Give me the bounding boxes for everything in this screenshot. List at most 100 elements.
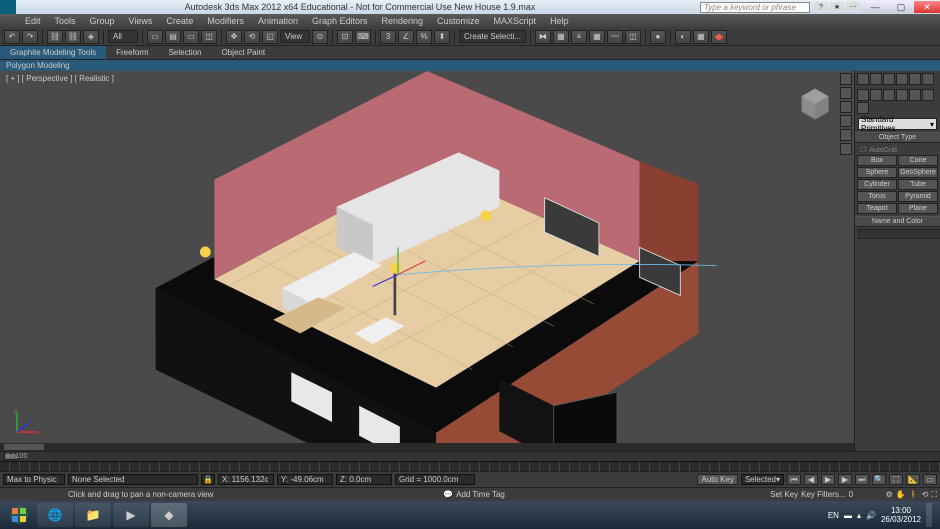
lights-cat[interactable] <box>883 89 895 101</box>
start-button[interactable] <box>2 502 36 528</box>
menu-customize[interactable]: Customize <box>430 16 487 26</box>
pivot-button[interactable]: ⊙ <box>312 30 328 44</box>
nav-orbit[interactable]: ⟲ <box>922 490 929 499</box>
systems-cat[interactable] <box>857 102 869 114</box>
taskbar-mediaplayer[interactable]: ▶ <box>113 503 149 527</box>
angle-snap-button[interactable]: ∠ <box>398 30 414 44</box>
primitive-box[interactable]: Box <box>857 155 897 166</box>
menu-views[interactable]: Views <box>122 16 160 26</box>
nav-zoomall[interactable]: ⛶ <box>889 474 903 485</box>
y-coord[interactable]: Y: -49.06cm <box>277 474 333 485</box>
setkey-button[interactable]: Set Key <box>770 490 798 499</box>
select-rect-button[interactable]: ▭ <box>183 30 199 44</box>
select-name-button[interactable]: ▤ <box>165 30 181 44</box>
show-desktop-button[interactable] <box>926 503 932 527</box>
primitive-tube[interactable]: Tube <box>898 179 938 190</box>
tray-volume-icon[interactable]: 🔊 <box>866 511 876 520</box>
autokey-button[interactable]: Auto Key <box>697 474 737 485</box>
comm-icon[interactable]: ⋯ <box>846 2 860 12</box>
manip-button[interactable]: ⊡ <box>337 30 353 44</box>
mirror-button[interactable]: ⧓ <box>535 30 551 44</box>
menu-tools[interactable]: Tools <box>48 16 83 26</box>
unlink-button[interactable]: ⛓ <box>65 30 81 44</box>
tray-expand-icon[interactable]: ▴ <box>857 511 861 520</box>
rollout-name-color[interactable]: Name and Color <box>855 216 940 227</box>
autogrid-checkbox[interactable]: ☐ <box>860 146 866 154</box>
comm-button[interactable]: 💬 <box>443 490 453 499</box>
refcoord-dropdown[interactable]: View <box>280 30 310 43</box>
lock-button[interactable]: 🔒 <box>201 474 215 485</box>
time-config-button[interactable]: ⚙ <box>886 490 893 499</box>
material-editor-button[interactable]: ● <box>650 30 666 44</box>
menu-modifiers[interactable]: Modifiers <box>200 16 251 26</box>
primitive-teapot[interactable]: Teapot <box>857 203 897 214</box>
spinner-snap-button[interactable]: ⬍ <box>434 30 450 44</box>
taskbar-3dsmax[interactable]: ◆ <box>151 503 187 527</box>
nav-zoom[interactable]: 🔍 <box>872 474 886 485</box>
primitive-cone[interactable]: Cone <box>898 155 938 166</box>
viewcube[interactable] <box>796 85 834 123</box>
ribbon-panel-polygonmodeling[interactable]: Polygon Modeling <box>0 60 940 71</box>
viewport-scrollbar[interactable] <box>0 443 854 451</box>
shapes-cat[interactable] <box>870 89 882 101</box>
maximize-button[interactable]: ▢ <box>888 1 914 13</box>
menu-group[interactable]: Group <box>83 16 122 26</box>
tray-flag-icon[interactable]: ▬ <box>844 511 852 520</box>
geometry-cat[interactable] <box>857 89 869 101</box>
ribbon-button[interactable]: ▦ <box>589 30 605 44</box>
render-button[interactable]: 🫖 <box>711 30 727 44</box>
help-icon[interactable]: ? <box>814 2 828 12</box>
hierarchy-tab[interactable] <box>883 73 895 85</box>
nav-walk[interactable]: 🚶 <box>909 490 919 499</box>
named-selection-dropdown[interactable]: Create Selecti... <box>459 30 526 43</box>
category-dropdown[interactable]: Standard Primitives▾ <box>858 118 937 130</box>
menu-edit[interactable]: Edit <box>18 16 48 26</box>
render-setup-button[interactable]: ◐ <box>675 30 691 44</box>
schematic-button[interactable]: ◫ <box>625 30 641 44</box>
goto-end-button[interactable]: ⏭ <box>855 474 869 485</box>
close-button[interactable]: ✕ <box>914 1 940 13</box>
move-button[interactable]: ✥ <box>226 30 242 44</box>
script-listener[interactable]: Max to Physic <box>3 474 65 485</box>
link-button[interactable]: ⛓ <box>47 30 63 44</box>
keymode-button[interactable]: ⌨ <box>355 30 371 44</box>
minimize-button[interactable]: — <box>862 1 888 13</box>
filter-dropdown[interactable]: All <box>108 30 138 43</box>
create-tab[interactable] <box>857 73 869 85</box>
ribbon-tab-graphite[interactable]: Graphite Modeling Tools <box>0 46 106 59</box>
goto-start-button[interactable]: ⏮ <box>787 474 801 485</box>
primitive-pyramid[interactable]: Pyramid <box>898 191 938 202</box>
next-frame-button[interactable]: ▶ <box>838 474 852 485</box>
star-icon[interactable]: ★ <box>830 2 844 12</box>
curve-editor-button[interactable]: 〰 <box>607 30 623 44</box>
menu-animation[interactable]: Animation <box>251 16 305 26</box>
primitive-plane[interactable]: Plane <box>898 203 938 214</box>
modify-tab[interactable] <box>870 73 882 85</box>
keymode-dropdown[interactable]: Selected ▾ <box>741 474 784 485</box>
motion-tab[interactable] <box>896 73 908 85</box>
tray-clock[interactable]: 13:00 26/03/2012 <box>881 506 921 524</box>
time-slider[interactable]: 0 / 100 <box>0 451 940 461</box>
cameras-cat[interactable] <box>896 89 908 101</box>
tray-lang[interactable]: EN <box>828 511 839 520</box>
select-button[interactable]: ▭ <box>147 30 163 44</box>
x-coord[interactable]: X: 1156.132c <box>218 474 274 485</box>
menu-maxscript[interactable]: MAXScript <box>487 16 544 26</box>
play-button[interactable]: ▶ <box>821 474 835 485</box>
primitive-cylinder[interactable]: Cylinder <box>857 179 897 190</box>
nav-maximize[interactable]: ⛶ <box>931 490 937 500</box>
menu-help[interactable]: Help <box>543 16 576 26</box>
viewport[interactable]: [ + ] [ Perspective ] [ Realistic ] <box>0 71 854 451</box>
object-name-input[interactable] <box>858 229 940 239</box>
nav-region[interactable]: ▭ <box>923 474 937 485</box>
menu-rendering[interactable]: Rendering <box>375 16 431 26</box>
scale-button[interactable]: ◱ <box>262 30 278 44</box>
search-input[interactable]: Type a keyword or phrase <box>700 2 810 13</box>
align-button[interactable]: ▦ <box>553 30 569 44</box>
nav-fov[interactable]: 📐 <box>906 474 920 485</box>
primitive-sphere[interactable]: Sphere <box>857 167 897 178</box>
window-crossing-button[interactable]: ◫ <box>201 30 217 44</box>
bind-button[interactable]: ◈ <box>83 30 99 44</box>
undo-button[interactable]: ↶ <box>4 30 20 44</box>
menu-grapheditors[interactable]: Graph Editors <box>305 16 375 26</box>
